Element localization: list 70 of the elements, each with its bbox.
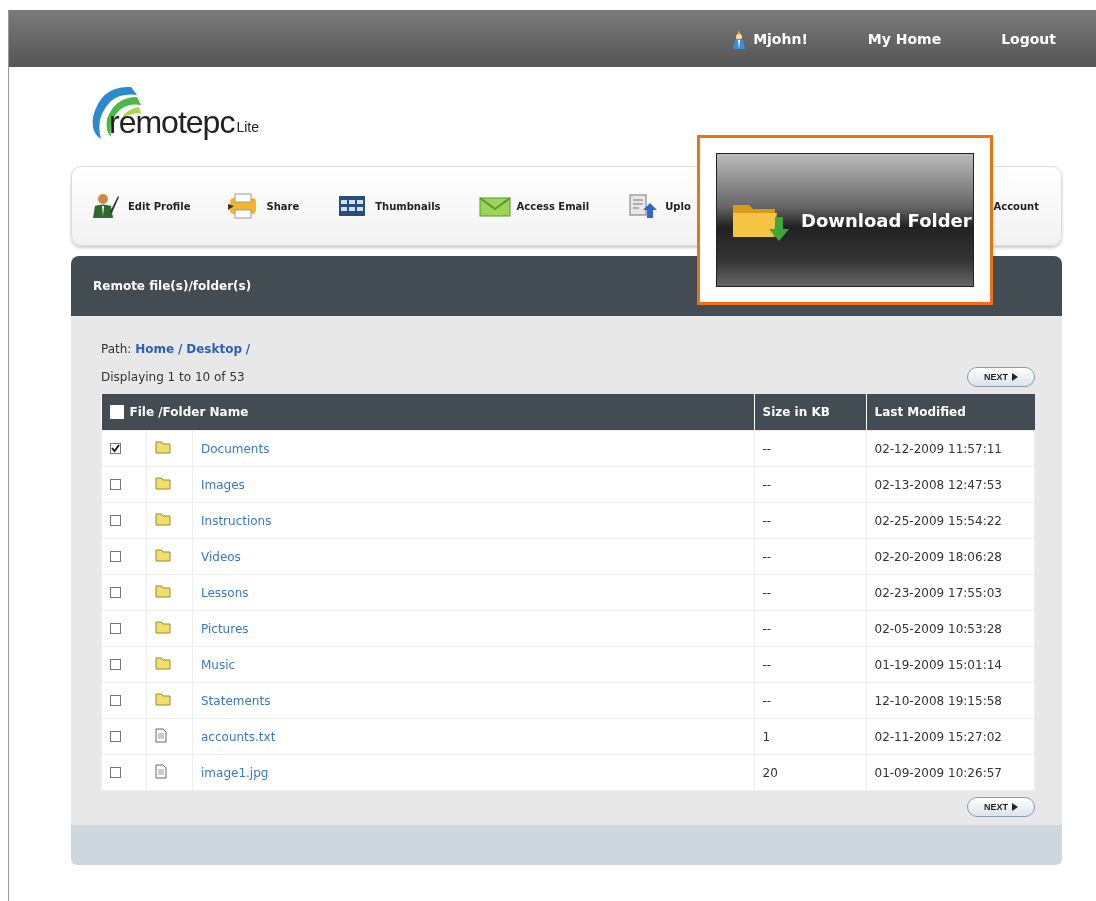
date-cell: 12-10-2008 19:15:58	[866, 682, 1035, 719]
select-all-checkbox[interactable]	[109, 405, 124, 419]
size-cell: --	[754, 430, 866, 467]
column-label: File /Folder Name	[129, 405, 249, 419]
breadcrumb-link[interactable]: Home	[135, 342, 175, 356]
date-cell: 02-13-2008 12:47:53	[866, 466, 1035, 503]
checkbox[interactable]	[110, 515, 121, 526]
file-link[interactable]: Pictures	[201, 621, 249, 636]
file-link[interactable]: Statements	[201, 693, 271, 708]
breadcrumb-link[interactable]: Desktop	[186, 342, 242, 356]
checkbox[interactable]	[110, 443, 121, 454]
breadcrumb-separator: /	[245, 342, 251, 356]
size-cell: --	[754, 502, 866, 539]
toolbar-link[interactable]: Share	[228, 192, 300, 220]
date-cell: 01-09-2009 10:26:57	[866, 754, 1035, 791]
checkbox[interactable]	[110, 479, 121, 490]
download-folder-button[interactable]: Download Folder	[716, 153, 974, 287]
panel-title: Remote file(s)/folder(s)	[93, 279, 252, 293]
file-link[interactable]: Lessons	[201, 585, 249, 600]
toolbar-link[interactable]: Thumbnails	[337, 192, 441, 220]
file-link[interactable]: Videos	[201, 549, 241, 564]
logo-suffix: Lite	[236, 119, 259, 135]
document-upload-icon	[627, 192, 660, 220]
toolbar-link[interactable]: Uplo	[627, 192, 691, 220]
file-link[interactable]: image1.jpg	[201, 765, 269, 780]
date-cell: 01-19-2009 15:01:14	[866, 646, 1035, 683]
record-count: Displaying 1 to 10 of 53	[101, 370, 245, 384]
checkbox[interactable]	[110, 551, 121, 562]
file-link[interactable]: Instructions	[201, 513, 272, 528]
toolbar-link[interactable]: Access Email	[478, 192, 590, 220]
file-link[interactable]: accounts.txt	[201, 729, 276, 744]
date-cell: 02-23-2009 17:55:03	[866, 574, 1035, 611]
user-link[interactable]: Mjohn!	[731, 28, 808, 49]
size-cell: --	[754, 646, 866, 683]
checkbox[interactable]	[110, 731, 121, 742]
logo-text: remotepc	[109, 104, 235, 141]
next-button[interactable]: NEXT	[967, 797, 1035, 817]
checkbox[interactable]	[110, 659, 121, 670]
column-header: Last Modified	[866, 394, 1035, 431]
date-cell: 02-11-2009 15:27:02	[866, 718, 1035, 755]
size-cell: --	[754, 538, 866, 575]
file-link[interactable]: Documents	[201, 441, 270, 456]
person-icon	[90, 192, 122, 220]
file-link[interactable]: Music	[201, 657, 236, 672]
size-cell: --	[754, 466, 866, 503]
user-icon	[731, 28, 748, 49]
date-cell: 02-20-2009 18:06:28	[866, 538, 1035, 575]
breadcrumb-separator: /	[178, 342, 183, 356]
file-link[interactable]: Images	[201, 477, 245, 492]
date-cell: 02-12-2009 11:57:11	[866, 430, 1035, 467]
next-button[interactable]: NEXT	[967, 367, 1035, 387]
size-cell: --	[754, 682, 866, 719]
size-cell: 20	[754, 754, 866, 791]
column-header: Size in KB	[754, 394, 866, 431]
size-cell: --	[754, 574, 866, 611]
date-cell: 02-05-2009 10:53:28	[866, 610, 1035, 647]
size-cell: --	[754, 610, 866, 647]
size-cell: 1	[754, 718, 866, 755]
triangle-icon	[1012, 803, 1018, 811]
checkbox[interactable]	[110, 587, 121, 598]
toolbar-link[interactable]: Account	[993, 200, 1039, 212]
checkbox[interactable]	[110, 623, 121, 634]
toolbar-link[interactable]: Edit Profile	[90, 192, 191, 220]
triangle-icon	[1012, 373, 1018, 381]
checkbox[interactable]	[110, 695, 121, 706]
nav-link[interactable]: Logout	[1001, 30, 1056, 47]
path-label: Path:	[101, 342, 132, 356]
date-cell: 02-25-2009 15:54:22	[866, 502, 1035, 539]
nav-link[interactable]: My Home	[867, 30, 942, 47]
checkbox[interactable]	[110, 767, 121, 778]
